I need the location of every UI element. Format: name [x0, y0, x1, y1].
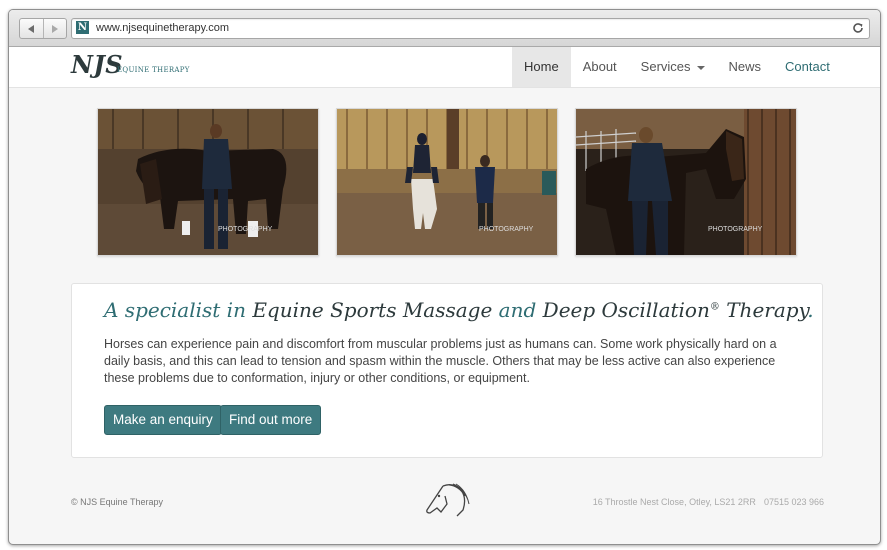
headline-part-4: Deep Oscillation	[542, 298, 710, 322]
reload-icon[interactable]	[851, 21, 865, 35]
nav-contact[interactable]: Contact	[773, 47, 842, 87]
hero-headline: A specialist in Equine Sports Massage an…	[104, 298, 814, 322]
caret-down-icon	[696, 65, 705, 70]
back-button[interactable]	[20, 19, 43, 38]
favicon-icon: N	[76, 21, 89, 34]
footer-copyright: © NJS Equine Therapy	[71, 497, 164, 507]
forward-arrow-icon	[51, 24, 58, 33]
photo-watermark-2: PHOTOGRAPHY	[479, 226, 534, 233]
nav-news[interactable]: News	[717, 47, 774, 87]
footer-phone[interactable]: 07515 023 966	[764, 497, 824, 507]
horse-head-logo-icon	[426, 483, 470, 517]
photo-rider-pony: PHOTOGRAPHY	[336, 108, 558, 256]
photo-watermark-3: PHOTOGRAPHY	[708, 226, 763, 233]
find-out-more-button[interactable]: Find out more	[220, 405, 322, 435]
footer-contact: 16 Throstle Nest Close, Otley, LS21 2RR 0…	[593, 497, 824, 507]
registered-mark: ®	[709, 301, 720, 313]
headline-part-5: Therapy	[719, 298, 808, 322]
browser-toolbar: N www.njsequinetherapy.com	[9, 10, 880, 47]
hero-body: Horses can experience pain and discomfor…	[104, 337, 777, 385]
address-bar[interactable]: N www.njsequinetherapy.com	[71, 18, 870, 39]
forward-button[interactable]	[42, 19, 67, 38]
logo-tagline[interactable]: EQUINE THERAPY	[117, 66, 190, 74]
hero-panel: A specialist in Equine Sports Massage an…	[71, 283, 823, 458]
history-buttons	[19, 18, 67, 39]
make-enquiry-button[interactable]: Make an enquiry	[104, 405, 222, 435]
photo-watermark-1: PHOTOGRAPHY	[218, 226, 273, 233]
nav-home[interactable]: Home	[512, 47, 571, 87]
footer-address: 16 Throstle Nest Close, Otley, LS21 2RR	[592, 497, 756, 507]
site-header: NJS EQUINE THERAPY Home About Services N…	[9, 47, 880, 88]
headline-part-2: Equine Sports Massage	[252, 298, 493, 322]
back-arrow-icon	[28, 24, 35, 33]
browser-window: N www.njsequinetherapy.com NJS EQUINE TH…	[8, 9, 881, 545]
logo-wordmark[interactable]: NJS	[71, 50, 123, 79]
main-nav: Home About Services News Contact	[512, 47, 842, 87]
headline-part-3: and	[492, 298, 543, 322]
nav-services[interactable]: Services	[629, 47, 717, 87]
photo-massage-arena: PHOTOGRAPHY	[97, 108, 319, 256]
url-text[interactable]: www.njsequinetherapy.com	[96, 22, 229, 34]
nav-about[interactable]: About	[571, 47, 629, 87]
headline-part-1: A specialist in	[104, 298, 253, 322]
nav-services-label: Services	[640, 59, 691, 74]
headline-part-6: .	[807, 298, 814, 322]
photo-stable-horse: PHOTOGRAPHY	[575, 108, 797, 256]
